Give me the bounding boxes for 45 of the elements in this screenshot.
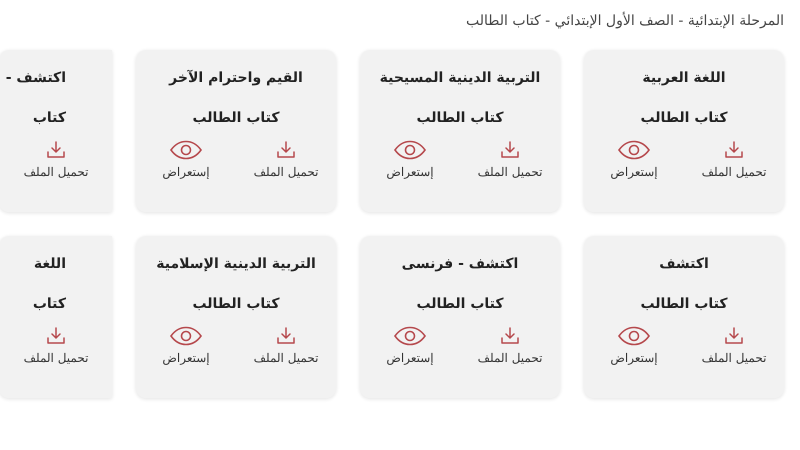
card-title: التربية الدينية الإسلامية <box>156 255 316 274</box>
eye-icon <box>393 140 427 160</box>
card-subtitle: كتاب الطالب <box>416 295 504 314</box>
download-icon <box>276 326 296 346</box>
download-icon <box>46 326 66 346</box>
download-button[interactable]: تحميل الملف <box>460 326 560 366</box>
download-icon <box>276 140 296 160</box>
card-title: التربية الدينية المسيحية <box>380 69 540 88</box>
download-button[interactable]: تحميل الملف <box>6 140 106 180</box>
eye-icon <box>169 140 203 160</box>
download-button[interactable]: تحميل الملف <box>6 326 106 366</box>
download-button[interactable]: تحميل الملف <box>684 140 784 180</box>
card-subtitle: كتاب <box>32 109 66 128</box>
view-button[interactable]: إستعراض <box>584 140 684 180</box>
download-icon <box>500 326 520 346</box>
card-subtitle: كتاب الطالب <box>192 295 280 314</box>
download-icon <box>724 140 744 160</box>
view-button[interactable]: إستعراض <box>136 140 236 180</box>
download-button[interactable]: تحميل الملف <box>684 326 784 366</box>
card-title: اكتشف - فرنسى <box>402 255 518 274</box>
download-icon <box>500 140 520 160</box>
download-icon <box>724 326 744 346</box>
download-button[interactable]: تحميل الملف <box>236 140 336 180</box>
download-icon <box>46 140 66 160</box>
eye-icon <box>393 326 427 346</box>
card-title: اللغة <box>34 255 66 274</box>
card-title: اكتشف - <box>6 69 66 88</box>
view-button[interactable]: إستعراض <box>360 140 460 180</box>
view-button[interactable]: إستعراض <box>136 326 236 366</box>
card-title: اللغة العربية <box>642 69 726 88</box>
card-title: اكتشف <box>659 255 709 274</box>
card-subtitle: كتاب الطالب <box>192 109 280 128</box>
view-button[interactable]: إستعراض <box>584 326 684 366</box>
eye-icon <box>617 326 651 346</box>
card-subtitle: كتاب الطالب <box>416 109 504 128</box>
card-subtitle: كتاب الطالب <box>640 109 728 128</box>
eye-icon <box>169 326 203 346</box>
card-subtitle: كتاب الطالب <box>640 295 728 314</box>
download-button[interactable]: تحميل الملف <box>460 140 560 180</box>
card-subtitle: كتاب <box>32 295 66 314</box>
eye-icon <box>617 140 651 160</box>
download-button[interactable]: تحميل الملف <box>236 326 336 366</box>
card-title: القيم واحترام الآخر <box>169 68 303 88</box>
view-button[interactable]: إستعراض <box>360 326 460 366</box>
breadcrumb: المرحلة الإبتدائية - الصف الأول الإبتدائي - كتاب الطالب <box>466 13 784 29</box>
